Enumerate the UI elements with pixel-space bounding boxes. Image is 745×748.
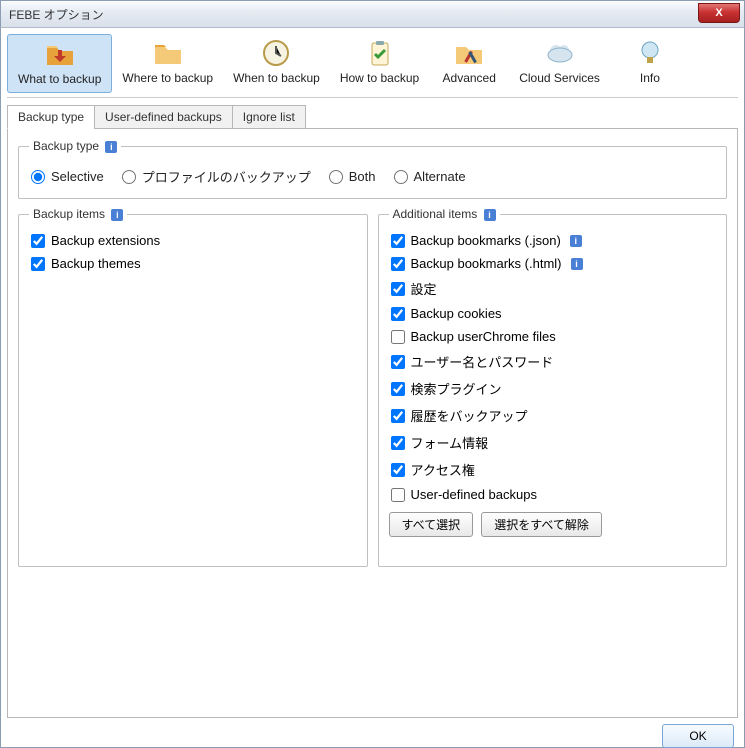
toolbar-item-advanced[interactable]: Advanced [429, 34, 509, 93]
tab-user-defined-backups[interactable]: User-defined backups [94, 105, 233, 129]
toolbar-label: When to backup [233, 71, 320, 85]
checkbox-row: Backup bookmarks (.json) i [389, 229, 717, 252]
radio-selective[interactable]: Selective [31, 169, 104, 184]
toolbar-label: What to backup [18, 72, 101, 86]
checkbox-input[interactable] [391, 330, 405, 344]
fieldset-backup-type: Backup type i Selective プロファイルのバックアップ Both… [18, 139, 727, 199]
backup-type-radios: Selective プロファイルのバックアップ Both Alternate [29, 161, 716, 188]
radio--[interactable]: プロファイルのバックアップ [122, 167, 311, 186]
checkbox-input[interactable] [391, 488, 405, 502]
info-icon[interactable]: i [570, 235, 582, 247]
toolbar-label: How to backup [340, 71, 419, 85]
legend-additional-items: Additional items i [389, 207, 500, 221]
checkbox-row: Backup cookies [389, 302, 717, 325]
toolbar-item-where-to-backup[interactable]: Where to backup [112, 34, 223, 93]
select-all-button[interactable]: すべて選択 [389, 512, 474, 537]
dialog-footer: OK [7, 718, 738, 748]
checkbox-label: フォーム情報 [411, 433, 489, 452]
fieldset-additional-items: Additional items i Backup bookmarks (.js… [378, 207, 728, 567]
toolbar-label: Where to backup [122, 71, 213, 85]
radio-input[interactable] [329, 170, 343, 184]
checkbox-row: 検索プラグイン [389, 375, 717, 402]
info-icon[interactable]: i [571, 258, 583, 270]
legend-backup-items: Backup items i [29, 207, 127, 221]
checkbox-label: Backup extensions [51, 233, 160, 248]
checkbox-input[interactable] [391, 307, 405, 321]
cloud-icon [544, 37, 576, 69]
clock-icon [260, 37, 292, 69]
checkbox-input[interactable] [391, 234, 405, 248]
checkbox-input[interactable] [391, 282, 405, 296]
checkbox-input[interactable] [391, 463, 405, 477]
toolbar-label: Advanced [443, 71, 496, 85]
checkbox-row: アクセス権 [389, 456, 717, 483]
checkbox-label: Backup themes [51, 256, 141, 271]
checkbox-label: Backup bookmarks (.json) [411, 233, 561, 248]
tab-backup-type[interactable]: Backup type [7, 105, 95, 129]
checkbox-input[interactable] [391, 257, 405, 271]
checkbox-row: ユーザー名とパスワード [389, 348, 717, 375]
checkbox-input[interactable] [31, 257, 45, 271]
checkbox-input[interactable] [391, 382, 405, 396]
checkbox-input[interactable] [391, 355, 405, 369]
checkbox-input[interactable] [391, 436, 405, 450]
checkbox-label: 検索プラグイン [411, 379, 502, 398]
checkbox-row: Backup themes [29, 252, 357, 275]
close-button[interactable]: X [698, 3, 740, 23]
checkbox-row: Backup bookmarks (.html) i [389, 252, 717, 275]
legend-backup-type: Backup type i [29, 139, 121, 153]
info-icon[interactable]: i [105, 141, 117, 153]
checkbox-row: フォーム情報 [389, 429, 717, 456]
checkbox-input[interactable] [31, 234, 45, 248]
radio-input[interactable] [122, 170, 136, 184]
window-body: What to backup Where to backup When to bac… [0, 28, 745, 748]
info-icon[interactable]: i [111, 209, 123, 221]
checkbox-label: アクセス権 [411, 460, 475, 479]
checkbox-input[interactable] [391, 409, 405, 423]
radio-input[interactable] [394, 170, 408, 184]
checkbox-label: 履歴をバックアップ [411, 406, 528, 425]
radio-both[interactable]: Both [329, 169, 376, 184]
toolbar: What to backup Where to backup When to bac… [7, 32, 738, 98]
toolbar-label: Cloud Services [519, 71, 600, 85]
clear-all-button[interactable]: 選択をすべて解除 [481, 512, 602, 537]
checkbox-row: User-defined backups [389, 483, 717, 506]
titlebar: FEBE オプション X [0, 0, 745, 28]
tab-panel-backup-type: Backup type i Selective プロファイルのバックアップ Both… [7, 128, 738, 718]
folder-down-icon [44, 38, 76, 70]
bulb-icon [634, 37, 666, 69]
toolbar-item-when-to-backup[interactable]: When to backup [223, 34, 330, 93]
checkbox-row: Backup extensions [29, 229, 357, 252]
ok-button[interactable]: OK [662, 724, 734, 748]
checkbox-row: Backup userChrome files [389, 325, 717, 348]
tab-strip: Backup typeUser-defined backupsIgnore li… [7, 104, 738, 128]
fieldset-backup-items: Backup items i Backup extensions Backup t… [18, 207, 368, 567]
checkbox-label: 設定 [411, 279, 437, 298]
toolbar-item-what-to-backup[interactable]: What to backup [7, 34, 112, 93]
checkbox-label: User-defined backups [411, 487, 537, 502]
checkbox-label: ユーザー名とパスワード [411, 352, 554, 371]
toolbar-item-cloud-services[interactable]: Cloud Services [509, 34, 610, 93]
toolbar-item-how-to-backup[interactable]: How to backup [330, 34, 429, 93]
checkbox-label: Backup userChrome files [411, 329, 556, 344]
radio-alternate[interactable]: Alternate [394, 169, 466, 184]
toolbar-label: Info [640, 71, 660, 85]
toolbar-item-info[interactable]: Info [610, 34, 690, 93]
info-icon[interactable]: i [484, 209, 496, 221]
checkbox-row: 履歴をバックアップ [389, 402, 717, 429]
checkbox-row: 設定 [389, 275, 717, 302]
folder-icon [152, 37, 184, 69]
radio-input[interactable] [31, 170, 45, 184]
checkbox-label: Backup cookies [411, 306, 502, 321]
clipboard-icon [364, 37, 396, 69]
folder-tools-icon [453, 37, 485, 69]
tab-ignore-list[interactable]: Ignore list [232, 105, 306, 129]
checkbox-label: Backup bookmarks (.html) [411, 256, 562, 271]
window-title: FEBE オプション [9, 6, 104, 23]
